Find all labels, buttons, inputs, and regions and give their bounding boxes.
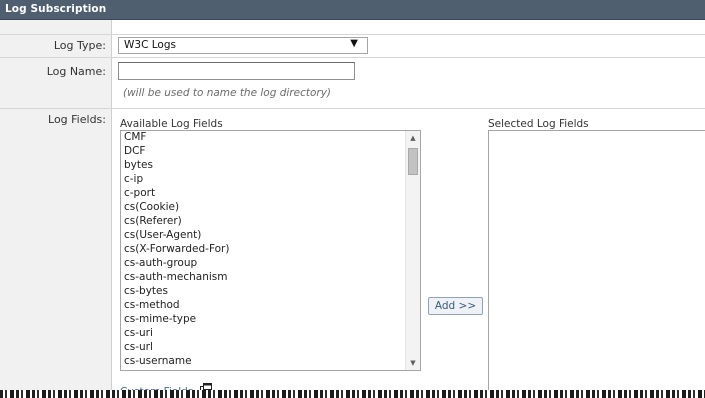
panel-title: Log Subscription [5, 3, 107, 15]
log-fields-label: Log Fields: [48, 113, 106, 126]
log-type-selected-value: W3C Logs [124, 39, 176, 51]
available-fields-caption: Available Log Fields [120, 118, 223, 130]
list-item-cs-uri[interactable]: cs-uri [124, 326, 153, 340]
render-artifact-strip [0, 390, 705, 398]
row-divider [0, 34, 705, 35]
scroll-thumb[interactable] [408, 148, 418, 175]
list-item-bytes[interactable]: bytes [124, 158, 153, 172]
selected-log-fields-list[interactable] [488, 130, 705, 398]
selected-fields-caption: Selected Log Fields [488, 118, 589, 130]
list-item-dcf[interactable]: DCF [124, 144, 145, 158]
list-item-cs-bytes[interactable]: cs-bytes [124, 284, 168, 298]
list-item-cs-auth-group[interactable]: cs-auth-group [124, 256, 197, 270]
row-divider [0, 57, 705, 58]
log-type-label: Log Type: [53, 39, 106, 52]
list-item-cmf[interactable]: CMF [124, 131, 146, 144]
add-fields-button[interactable]: Add >> [428, 297, 483, 315]
list-item-cs-referer[interactable]: cs(Referer) [124, 214, 182, 228]
log-type-select[interactable]: W3C Logs ▼ [118, 37, 368, 54]
list-item-cs-user-agent[interactable]: cs(User-Agent) [124, 228, 201, 242]
scroll-down-arrow-icon[interactable]: ▼ [406, 356, 420, 370]
log-subscription-page: Log Subscription Log Type: W3C Logs ▼ Lo… [0, 0, 705, 398]
scroll-up-arrow-icon[interactable]: ▲ [406, 131, 420, 145]
list-item-cs-method[interactable]: cs-method [124, 298, 180, 312]
list-item-c-port[interactable]: c-port [124, 186, 155, 200]
list-item-cs-cookie[interactable]: cs(Cookie) [124, 200, 179, 214]
list-item-cs-x-forwarded-for[interactable]: cs(X-Forwarded-For) [124, 242, 229, 256]
log-name-input[interactable] [118, 62, 355, 80]
list-item-cs-auth-mechanism[interactable]: cs-auth-mechanism [124, 270, 228, 284]
panel-header: Log Subscription [0, 0, 705, 20]
log-name-hint: (will be used to name the log directory) [123, 87, 332, 99]
available-log-fields-list[interactable]: CMF DCF bytes c-ip c-port cs(Cookie) cs(… [120, 130, 421, 371]
list-item-cs-mime-type[interactable]: cs-mime-type [124, 312, 196, 326]
row-divider [0, 108, 705, 109]
list-item-cs-url[interactable]: cs-url [124, 340, 153, 354]
log-name-label: Log Name: [46, 65, 106, 78]
list-scrollbar[interactable]: ▲ ▼ [405, 131, 420, 370]
list-item-c-ip[interactable]: c-ip [124, 172, 143, 186]
list-item-cs-username[interactable]: cs-username [124, 354, 192, 368]
dropdown-arrow-icon[interactable]: ▼ [350, 38, 358, 49]
